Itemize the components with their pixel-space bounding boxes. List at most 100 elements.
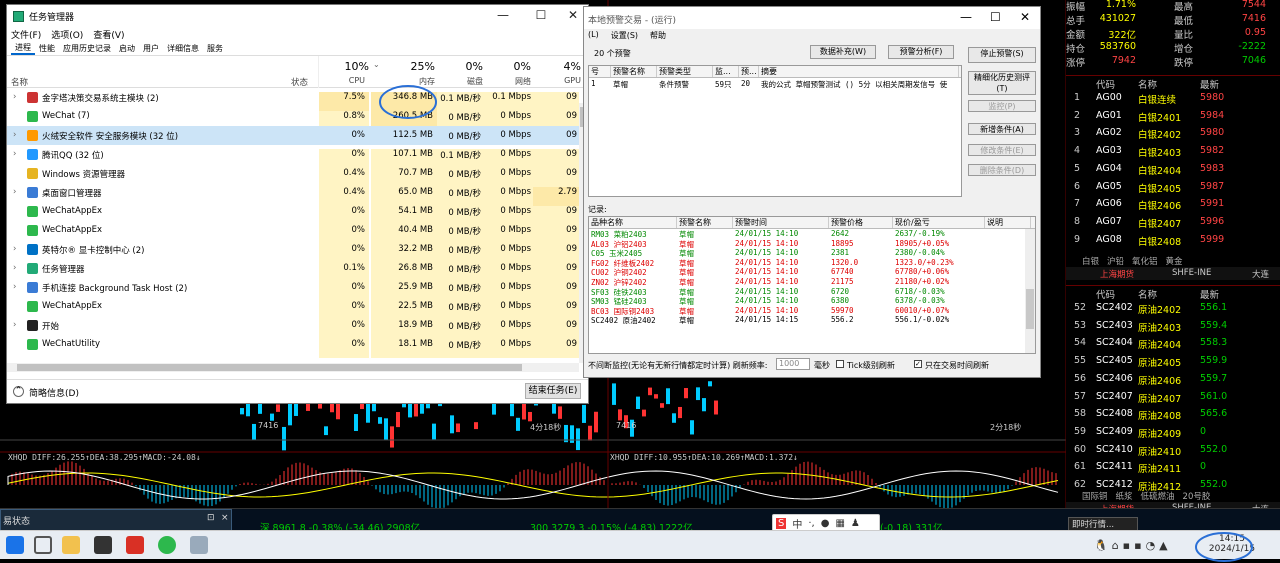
- process-row[interactable]: › 手机连接 Background Task Host (2) 0% 25.9 MB 0…: [7, 278, 588, 301]
- rec-col-header[interactable]: 预警价格: [829, 217, 893, 228]
- rec-col-header[interactable]: 现价/盈亏: [893, 217, 985, 228]
- quote-row[interactable]: 58 SC2408 原油2408 565.6: [1066, 405, 1280, 423]
- refine-eval-button[interactable]: 精细化历史测评(T): [968, 71, 1036, 95]
- tab-users[interactable]: 用户: [139, 43, 163, 54]
- process-row[interactable]: › 开始 0% 18.9 MB 0 MB/秒 0 Mbps 09: [7, 316, 588, 339]
- record-scrollbar[interactable]: [1025, 229, 1035, 353]
- record-row[interactable]: FG02 纤维板2402 草帽 24/01/15 14:10 1320.0 1323.0…: [589, 258, 1035, 268]
- ime-mode-icon[interactable]: 中: [792, 516, 802, 531]
- tab-services[interactable]: 服务: [203, 43, 227, 54]
- modify-condition-button[interactable]: 修改条件(E): [968, 144, 1036, 156]
- stop-alarm-button[interactable]: 停止预警(S): [968, 47, 1036, 63]
- chevron-up-icon[interactable]: ⌃: [13, 386, 24, 397]
- app-icon[interactable]: [94, 536, 112, 554]
- col-cpu[interactable]: CPU: [319, 76, 365, 85]
- file-explorer-icon[interactable]: [62, 536, 80, 554]
- maximize-icon[interactable]: ☐: [527, 8, 555, 22]
- tab-startup[interactable]: 启动: [115, 43, 139, 54]
- expand-chevron-icon[interactable]: ›: [13, 244, 16, 254]
- expand-chevron-icon[interactable]: ›: [13, 320, 16, 330]
- quote-row[interactable]: 60 SC2410 原油2410 552.0: [1066, 441, 1280, 459]
- quote-tabs-1[interactable]: 白银 沪铅 氧化铝 黄金: [1066, 255, 1280, 267]
- quote-tab[interactable]: 20号胶: [1183, 490, 1211, 502]
- end-task-button[interactable]: 结束任务(E): [525, 383, 581, 399]
- add-condition-button[interactable]: 新增条件(A): [968, 123, 1036, 135]
- quote-row[interactable]: 4 AG03 白银2403 5982: [1066, 142, 1280, 160]
- quote-tab[interactable]: 白银: [1082, 255, 1099, 267]
- quote-row[interactable]: 53 SC2403 原油2403 559.4: [1066, 317, 1280, 335]
- process-row[interactable]: › 任务管理器 0.1% 26.8 MB 0 MB/秒 0 Mbps 09: [7, 259, 588, 282]
- process-row[interactable]: › 火绒安全软件 安全服务模块 (32 位) 0% 112.5 MB 0 MB/秒 0 M…: [7, 126, 588, 145]
- expand-chevron-icon[interactable]: ›: [13, 149, 16, 159]
- quote-tab[interactable]: 沪铅: [1107, 255, 1124, 267]
- record-row[interactable]: C05 玉米2405 草帽 24/01/15 14:10 2381 2380/-0.04…: [589, 248, 1035, 258]
- cond-col-header[interactable]: 预...: [739, 66, 759, 77]
- record-row[interactable]: SF03 硅铁2403 草帽 24/01/15 14:10 6720 6718/-0.0…: [589, 287, 1035, 297]
- quote-row[interactable]: 5 AG04 白银2404 5983: [1066, 160, 1280, 178]
- trade-only-checkbox[interactable]: ✓: [914, 360, 922, 368]
- quote-row[interactable]: 55 SC2405 原油2405 559.9: [1066, 352, 1280, 370]
- close-icon[interactable]: ✕: [1020, 10, 1030, 24]
- process-row[interactable]: WeChatAppEx 0% 40.4 MB 0 MB/秒 0 Mbps 09: [7, 221, 588, 244]
- start-icon[interactable]: [6, 536, 24, 554]
- expand-chevron-icon[interactable]: ›: [13, 263, 16, 273]
- cond-col-header[interactable]: 摘要: [759, 66, 959, 77]
- fewer-details-link[interactable]: 简略信息(D): [29, 386, 79, 399]
- monitor-button[interactable]: 监控(P): [968, 100, 1036, 112]
- window-app-icon[interactable]: [190, 536, 208, 554]
- menu-view[interactable]: 查看(V): [93, 28, 124, 41]
- process-row[interactable]: WeChat (7) 0.8% 260.5 MB 0 MB/秒 0 Mbps 09: [7, 107, 588, 130]
- maximize-icon[interactable]: ☐: [990, 10, 1001, 24]
- horizontal-scrollbar[interactable]: [7, 363, 579, 372]
- col-disk[interactable]: 磁盘: [437, 76, 483, 87]
- pin-icon[interactable]: ⊡: [207, 513, 215, 523]
- rec-col-header[interactable]: 预警时间: [733, 217, 829, 228]
- quote-row[interactable]: 52 SC2402 原油2402 556.1: [1066, 299, 1280, 317]
- col-status[interactable]: 状态: [291, 76, 308, 88]
- minimize-icon[interactable]: —: [489, 8, 517, 22]
- quote-row[interactable]: 56 SC2406 原油2406 559.7: [1066, 370, 1280, 388]
- punct-icon[interactable]: ·,: [808, 518, 814, 529]
- expand-chevron-icon[interactable]: ›: [13, 187, 16, 197]
- record-row[interactable]: SM03 锰硅2403 草帽 24/01/15 14:10 6380 6378/-0.0…: [589, 296, 1035, 306]
- record-row[interactable]: ZN02 沪锌2402 草帽 24/01/15 14:10 21175 21180/+0…: [589, 277, 1035, 287]
- rec-col-header[interactable]: 说明: [985, 217, 1031, 228]
- quote-tab[interactable]: 氧化铝: [1132, 255, 1158, 267]
- process-row[interactable]: › 英特尔® 显卡控制中心 (2) 0% 32.2 MB 0 MB/秒 0 Mbps 09: [7, 240, 588, 263]
- alarm-titlebar[interactable]: 本地预警交易 - (运行) — ☐ ✕: [584, 7, 1040, 29]
- tray-icons[interactable]: 🐧⌂▪▪◔▲: [1094, 539, 1172, 552]
- process-row[interactable]: Windows 资源管理器 0.4% 70.7 MB 0 MB/秒 0 Mbps 09: [7, 164, 588, 187]
- record-row[interactable]: CU02 沪铜2402 草帽 24/01/15 14:10 67740 67780/+0…: [589, 267, 1035, 277]
- expand-chevron-icon[interactable]: ›: [13, 92, 16, 102]
- cond-col-header[interactable]: 监...: [713, 66, 739, 77]
- quote-row[interactable]: 9 AG08 白银2408 5999: [1066, 231, 1280, 249]
- quote-row[interactable]: 61 SC2411 原油2411 0: [1066, 458, 1280, 476]
- mic-icon[interactable]: ●: [821, 518, 830, 529]
- menu-file[interactable]: 文件(F): [11, 28, 41, 41]
- quote-row[interactable]: 2 AG01 白银2401 5984: [1066, 107, 1280, 125]
- expand-chevron-icon[interactable]: ›: [13, 130, 16, 140]
- quote-row[interactable]: 1 AG00 白银连续 5980: [1066, 89, 1280, 107]
- process-row[interactable]: WeChatAppEx 0% 54.1 MB 0 MB/秒 0 Mbps 09: [7, 202, 588, 225]
- realtime-popup-button[interactable]: 即时行情...: [1068, 517, 1138, 531]
- quote-row[interactable]: 8 AG07 白银2407 5996: [1066, 213, 1280, 231]
- cond-col-header[interactable]: 号: [589, 66, 611, 77]
- tab-details[interactable]: 详细信息: [163, 43, 203, 54]
- data-supplement-button[interactable]: 数据补充(W): [810, 45, 876, 59]
- tab-performance[interactable]: 性能: [35, 43, 59, 54]
- col-network[interactable]: 网络: [485, 76, 531, 87]
- quote-row[interactable]: 7 AG06 白银2406 5991: [1066, 195, 1280, 213]
- col-name[interactable]: 名称: [11, 76, 28, 88]
- quote-tab[interactable]: 纸浆: [1116, 490, 1133, 502]
- quote-row[interactable]: 57 SC2407 原油2407 561.0: [1066, 388, 1280, 406]
- expand-chevron-icon[interactable]: ›: [13, 282, 16, 292]
- process-row[interactable]: › 金字塔决策交易系统主模块 (2) 7.5% 346.8 MB 0.1 MB/秒 0.1…: [7, 88, 588, 111]
- quote-tabs-2[interactable]: 国际铜 纸浆 低硫燃油 20号胶: [1066, 490, 1280, 502]
- cond-col-header[interactable]: 预警名称: [611, 66, 657, 77]
- process-row[interactable]: › 桌面窗口管理器 0.4% 65.0 MB 0 MB/秒 0 Mbps 2.79: [7, 183, 588, 206]
- delete-condition-button[interactable]: 删除条件(D): [968, 164, 1036, 176]
- tick-checkbox[interactable]: [836, 360, 844, 368]
- process-row[interactable]: › 腾讯QQ (32 位) 0% 107.1 MB 0.1 MB/秒 0 Mbps 09: [7, 145, 588, 168]
- pyramid-app-icon[interactable]: [126, 536, 144, 554]
- minimize-icon[interactable]: —: [960, 10, 972, 24]
